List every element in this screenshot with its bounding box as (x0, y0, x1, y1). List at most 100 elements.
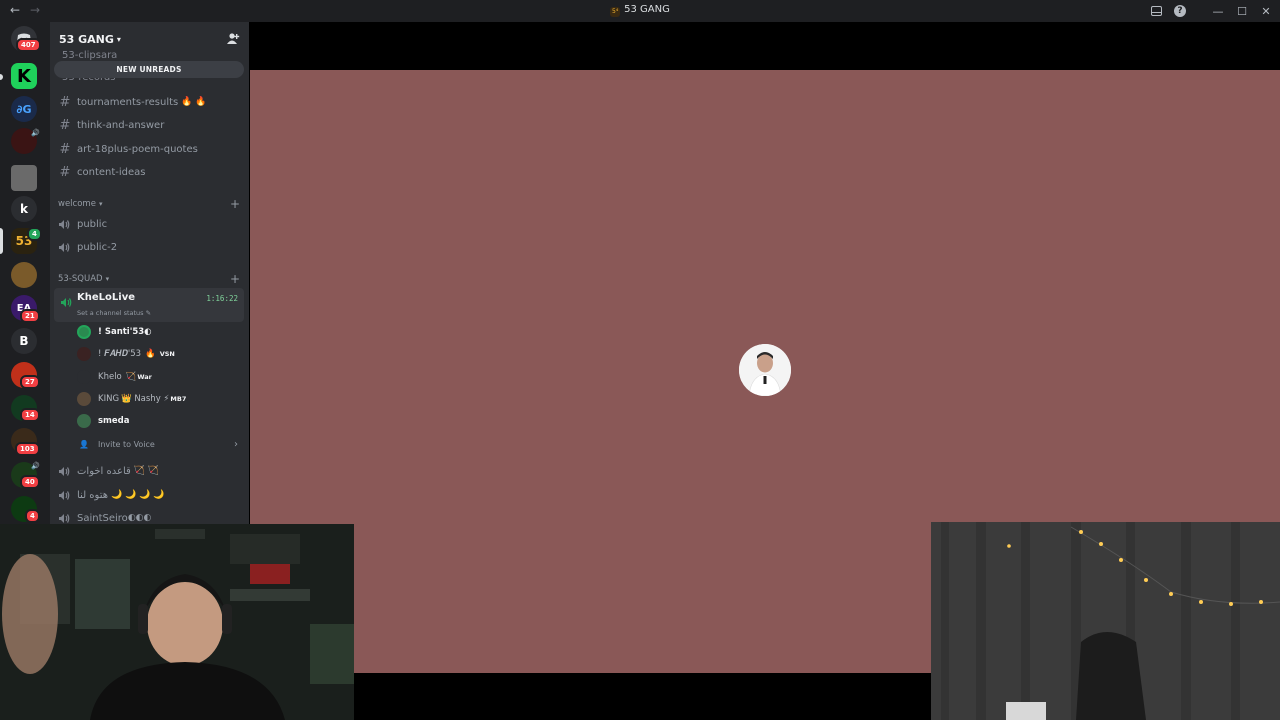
chevron-right-icon: › (234, 438, 238, 450)
category-53-squad[interactable]: 53-SQUAD ▾ + (58, 272, 244, 286)
user-photo (739, 344, 791, 396)
channel-name: هتوه لنا (77, 489, 108, 501)
server-green-badge: 14 (20, 408, 40, 422)
member-tag: MB7 (170, 395, 187, 403)
member-suffix: ◐ (144, 327, 152, 337)
hash-icon: # (59, 164, 71, 180)
home-badge: 407 (16, 38, 41, 52)
server-photo-icon[interactable] (11, 165, 37, 191)
channel-emoji: 🏹 🏹 (133, 466, 160, 476)
invite-to-voice-button[interactable]: 👤 Invite to Voice › (77, 436, 242, 452)
hash-icon: # (59, 94, 71, 110)
title-bar: ← → 5⁴ 53 GANG ? — ☐ ✕ (0, 0, 1280, 22)
avatar (77, 392, 91, 406)
webcam-overlay-left (0, 524, 354, 720)
help-icon[interactable]: ? (1172, 3, 1188, 19)
voice-channel-name: KheLoLive (77, 292, 135, 303)
avatar (77, 370, 91, 384)
new-unreads-bar[interactable]: NEW UNREADS (54, 61, 244, 78)
invite-user-icon[interactable] (226, 32, 240, 46)
voice-member[interactable]: ! Santi'53 ◐ (77, 322, 242, 342)
speaker-icon: 🔊 (31, 129, 40, 137)
member-name: ! Santi'53 (98, 327, 145, 337)
voice-channel-arabic-2[interactable]: هتوه لنا 🌙 🌙 🌙 🌙 (58, 485, 244, 505)
room-camera-video (931, 522, 1280, 720)
speaker-icon-2: 🔊 (31, 462, 40, 470)
member-suffix: 🔥 (145, 349, 156, 359)
speaker-icon (58, 490, 72, 501)
member-tag: War (137, 373, 152, 381)
invite-user-icon: 👤 (79, 439, 89, 449)
server-b-icon[interactable]: B (11, 328, 37, 354)
voice-timer: 1:16:22 (206, 294, 238, 303)
selected-pill (0, 228, 3, 254)
server-cg-icon[interactable]: ∂G (11, 96, 37, 122)
channel-tournaments-results[interactable]: # tournaments-results 🔥 🔥 (58, 92, 244, 112)
server-avatar-icon[interactable] (11, 262, 37, 288)
chevron-down-icon: ▾ (98, 200, 103, 208)
server-mini-icon: 5⁴ (610, 7, 621, 17)
voice-channel-khelolive[interactable]: KheLoLive 1:16:22 Set a channel status ✎ (54, 288, 244, 322)
voice-member[interactable]: KING 👑 Nashy ⚡ MB7 (77, 389, 242, 409)
category-welcome[interactable]: welcome ▾ + (58, 197, 244, 211)
channel-emoji: ◐◐◐ (127, 513, 152, 523)
invite-label: Invite to Voice (98, 439, 155, 449)
channel-name: content-ideas (77, 166, 146, 178)
member-name: smeda (98, 416, 130, 426)
hash-icon: # (59, 117, 71, 133)
unread-pill (0, 74, 3, 80)
inbox-icon[interactable] (1148, 3, 1164, 19)
active-speaker-icon (60, 293, 72, 312)
add-channel-icon[interactable]: + (230, 272, 240, 286)
voice-header-bar (250, 22, 1280, 70)
channel-emoji: 🌙 🌙 🌙 🌙 (111, 490, 165, 500)
channel-name: قاعده اخوات (77, 465, 131, 477)
speaker-icon (58, 242, 72, 253)
window-controls: ? — ☐ ✕ (1148, 3, 1274, 19)
close-icon[interactable]: ✕ (1258, 3, 1274, 19)
category-name: welcome (58, 199, 96, 209)
voice-channel-arabic-1[interactable]: قاعده اخوات 🏹 🏹 (58, 461, 244, 481)
member-name: KING (98, 394, 120, 404)
webcam-overlay-right (931, 522, 1280, 720)
voice-member[interactable]: Khelo 🏹 War (77, 367, 242, 387)
speaker-icon (58, 513, 72, 524)
avatar (77, 414, 91, 428)
server-kick-icon[interactable]: K (11, 63, 37, 89)
avatar (77, 347, 91, 361)
channel-content-ideas[interactable]: # content-ideas (58, 162, 244, 182)
webcam-video (0, 524, 354, 720)
voice-member[interactable]: ! 𝑭𝑨𝑯𝑫'53 🔥 VSN (77, 344, 242, 364)
channel-status-link[interactable]: Set a channel status ✎ (77, 309, 151, 317)
channel-name: SaintSeiro (77, 512, 128, 524)
minimize-icon[interactable]: — (1210, 3, 1226, 19)
server-53-badge: 4 (27, 227, 42, 241)
member-tag: VSN (159, 350, 175, 358)
channel-name: think-and-answer (77, 119, 165, 131)
channel-name: art-18plus-poem-quotes (77, 143, 198, 155)
voice-channel-public-2[interactable]: public-2 (58, 237, 244, 257)
category-name: 53-SQUAD (58, 274, 103, 284)
channel-name: tournaments-results (77, 96, 179, 108)
speaker-icon (58, 219, 72, 230)
channel-emoji: 🔥 🔥 (181, 97, 207, 107)
voice-member[interactable]: smeda (77, 411, 242, 431)
hash-icon: # (59, 141, 71, 157)
hidden-channel-row: 53-clipsara (62, 50, 118, 61)
window-title: 5⁴ 53 GANG (0, 4, 1280, 17)
channel-art-18plus-poem-quotes[interactable]: # art-18plus-poem-quotes (58, 139, 244, 159)
server-name: 53 GANG (59, 32, 114, 46)
chevron-down-icon: ▾ (116, 34, 121, 44)
channel-sidebar: 53 GANG ▾ 53-clipsara 53-records NEW UNR… (50, 22, 249, 526)
pencil-icon: ✎ (145, 309, 152, 317)
voice-channel-public[interactable]: public (58, 214, 244, 234)
add-channel-icon[interactable]: + (230, 197, 240, 211)
channel-think-and-answer[interactable]: # think-and-answer (58, 115, 244, 135)
maximize-icon[interactable]: ☐ (1234, 3, 1250, 19)
member-suffix: 👑 Nashy ⚡ (121, 394, 170, 404)
channel-name: public-2 (77, 241, 118, 253)
member-suffix: 🏹 (125, 372, 137, 382)
server-k-icon[interactable]: k (11, 196, 37, 222)
speaker-avatar[interactable] (739, 344, 791, 396)
window-title-text: 53 GANG (624, 4, 670, 15)
